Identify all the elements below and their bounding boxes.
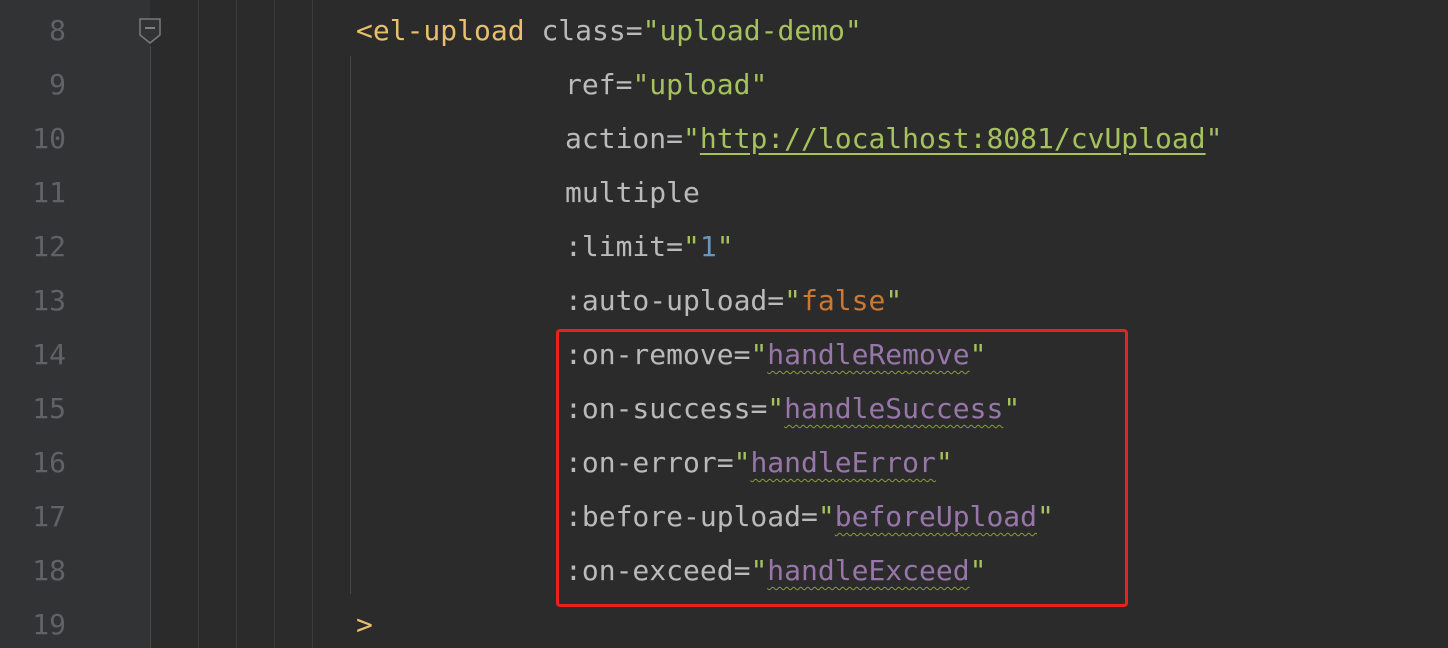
- line-number: 17: [32, 500, 66, 533]
- quote: ": [683, 230, 700, 263]
- attribute-name: :limit: [565, 230, 667, 263]
- code-editor[interactable]: 8 9 10 11 12 13 14 15 16 17 18 19 <el-up…: [0, 0, 1448, 648]
- equals: =: [615, 68, 633, 101]
- line-number: 14: [32, 338, 66, 371]
- indent-guide: [312, 0, 313, 648]
- line-number: 12: [32, 230, 66, 263]
- equals: =: [767, 284, 785, 317]
- attribute-name: class: [541, 14, 626, 47]
- tag-open: <el-upload: [356, 14, 525, 47]
- attribute-value: 1: [699, 230, 717, 263]
- indent-guide: [274, 0, 275, 648]
- line-number: 16: [32, 446, 66, 479]
- attribute-value: upload-demo: [659, 14, 845, 47]
- code-line-10[interactable]: action="http://localhost:8081/cvUpload": [565, 112, 1222, 166]
- code-line-9[interactable]: ref="upload": [565, 58, 767, 112]
- equals: =: [666, 122, 684, 155]
- attribute-name: :auto-upload: [565, 284, 768, 317]
- line-number: 18: [32, 554, 66, 587]
- quote: ": [844, 14, 862, 47]
- url-link[interactable]: http://localhost:8081/cvUpload: [700, 122, 1206, 155]
- code-line-19[interactable]: >: [356, 598, 373, 648]
- quote: ": [642, 14, 660, 47]
- line-number: 11: [32, 176, 66, 209]
- equals: =: [625, 14, 643, 47]
- highlight-annotation-box: [556, 329, 1128, 607]
- quote: ": [683, 122, 700, 155]
- line-number: 13: [32, 284, 66, 317]
- indent-guide: [350, 56, 351, 594]
- quote: ": [885, 284, 903, 317]
- quote: ": [632, 68, 650, 101]
- equals: =: [666, 230, 684, 263]
- line-number: 8: [49, 14, 66, 47]
- code-line-13[interactable]: :auto-upload="false": [565, 274, 902, 328]
- attribute-name: action: [565, 122, 667, 155]
- quote: ": [716, 230, 734, 263]
- quote: ": [750, 68, 768, 101]
- line-number: 10: [32, 122, 66, 155]
- attribute-value: upload: [649, 68, 751, 101]
- indent-guide: [236, 0, 237, 648]
- code-line-12[interactable]: :limit="1": [565, 220, 734, 274]
- line-number-gutter: 8 9 10 11 12 13 14 15 16 17 18 19: [0, 0, 150, 648]
- attribute-value: false: [801, 284, 886, 317]
- quote: ": [784, 284, 802, 317]
- indent-guide: [198, 0, 199, 648]
- gutter-divider: [150, 46, 151, 648]
- attribute-name: ref: [565, 68, 616, 101]
- quote: ": [1205, 122, 1223, 155]
- tag-close: >: [356, 608, 373, 641]
- line-number: 9: [49, 68, 66, 101]
- line-number: 15: [32, 392, 66, 425]
- attribute-name: multiple: [565, 176, 700, 209]
- code-line-8[interactable]: <el-upload class="upload-demo": [356, 4, 862, 58]
- fold-collapse-icon[interactable]: [139, 18, 161, 44]
- code-line-11[interactable]: multiple: [565, 166, 700, 220]
- line-number: 19: [32, 608, 66, 641]
